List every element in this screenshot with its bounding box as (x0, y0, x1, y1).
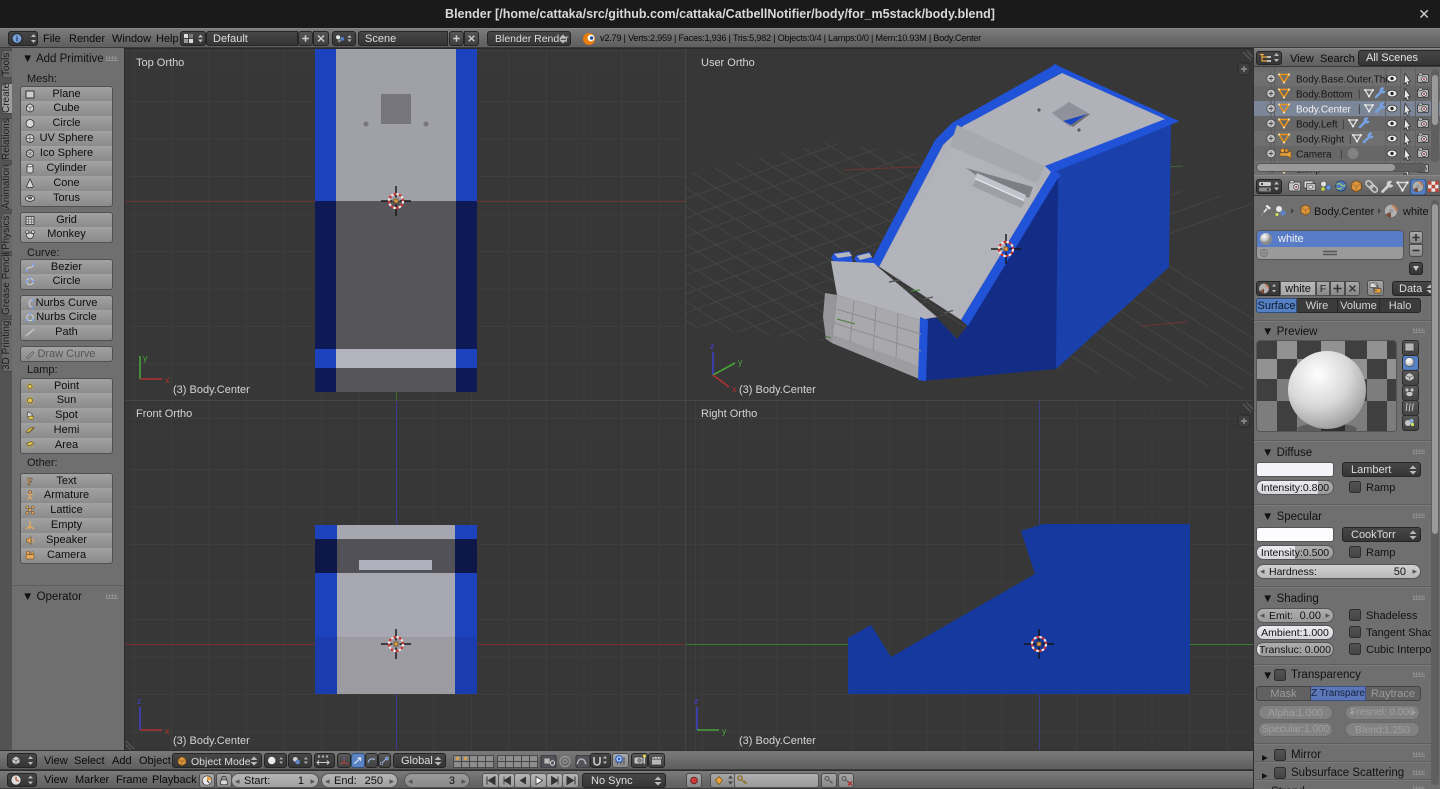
svg-text:z: z (694, 696, 699, 706)
svg-text:Body.Right: Body.Right (1296, 135, 1344, 146)
svg-text:(3) Body.Center: (3) Body.Center (739, 735, 816, 747)
svg-text:Body.Bottom: Body.Bottom (1296, 90, 1353, 101)
svg-text:Camera: Camera (1296, 150, 1332, 161)
svg-text:|: | (1358, 89, 1361, 100)
svg-text:y: y (722, 726, 727, 736)
svg-text:white: white (1402, 206, 1429, 218)
svg-text:|: | (1340, 149, 1343, 160)
svg-text:(3) Body.Center: (3) Body.Center (739, 384, 816, 396)
svg-text:F: F (27, 477, 33, 487)
svg-text:x: x (165, 375, 170, 385)
svg-text:x: x (732, 384, 737, 394)
svg-text:User Ortho: User Ortho (701, 57, 755, 69)
svg-text:i: i (16, 35, 18, 44)
svg-text:Body.Center: Body.Center (1296, 105, 1352, 116)
svg-text:Body.Center: Body.Center (1314, 206, 1375, 218)
svg-text:Right Ortho: Right Ortho (701, 408, 757, 420)
svg-text:Front Ortho: Front Ortho (136, 408, 192, 420)
svg-text:(3) Body.Center: (3) Body.Center (173, 735, 250, 747)
svg-text:|: | (1342, 119, 1345, 130)
svg-text:z: z (137, 696, 142, 706)
svg-text:|: | (1349, 134, 1352, 145)
svg-text:Body.Left: Body.Left (1296, 120, 1338, 131)
svg-text:Top Ortho: Top Ortho (136, 57, 184, 69)
svg-text:x: x (165, 726, 170, 736)
svg-text:y: y (143, 353, 148, 363)
svg-text:y: y (738, 357, 743, 367)
svg-text:|: | (1358, 104, 1361, 115)
svg-text:z: z (710, 341, 715, 351)
svg-text:Body.Base.Outer.Thin: Body.Base.Outer.Thin (1296, 75, 1393, 86)
svg-text:(3) Body.Center: (3) Body.Center (173, 384, 250, 396)
